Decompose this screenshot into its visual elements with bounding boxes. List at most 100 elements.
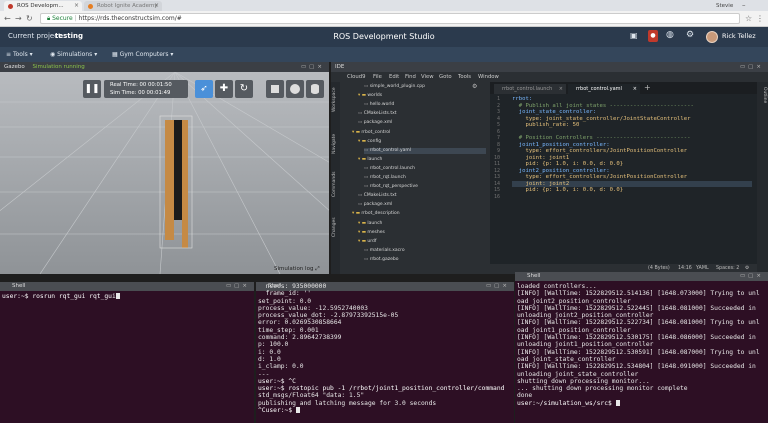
editor-tab-yaml[interactable]: rrbot_control.yaml × <box>568 84 640 94</box>
tree-item[interactable]: ▭ rrbot_rqt_perspective <box>364 184 418 190</box>
cylinder-shape-icon <box>311 84 319 94</box>
tree-item[interactable]: ▾ ▬ worlds <box>358 93 382 99</box>
shell-output[interactable]: user:~$ rosrun rqt_gui rqt_gui <box>2 293 252 300</box>
tree-item[interactable]: ▭ package.xml <box>358 202 392 208</box>
shell-panel-2[interactable]: Shell ▭▢× nsecs: 935000000 frame_id: '' s… <box>256 282 514 423</box>
user-name[interactable]: Rick Tellez <box>722 32 756 40</box>
tree-item-label: CMakeLists.txt <box>363 111 397 117</box>
tree-item[interactable]: ▾ ▬ launch <box>358 221 382 227</box>
tree-item[interactable]: ▭ materials.xacro <box>364 248 405 254</box>
settings-gear-icon[interactable]: ⚙ <box>686 30 694 40</box>
shell-line: [INFO] [WallTime: 1522829512.522445] [16… <box>517 304 756 312</box>
cylinder-shape-button[interactable] <box>306 80 324 98</box>
reload-icon[interactable]: ↻ <box>26 14 33 23</box>
close-tab-icon[interactable]: × <box>154 1 159 11</box>
tree-item[interactable]: ▭ CMakeLists.txt <box>358 193 397 199</box>
side-tab-workspace[interactable]: Workspace <box>332 87 337 112</box>
tree-item[interactable]: ▾ ▬ rrbot_description <box>352 211 400 217</box>
translate-mode-button[interactable]: ✚ <box>215 80 233 98</box>
menu-find[interactable]: Find <box>405 72 416 82</box>
panel-window-controls[interactable]: ▭▢× <box>740 272 764 281</box>
tree-item[interactable]: ▾ ▬ rrbot_control <box>352 130 390 136</box>
tools-menu[interactable]: ≡ Tools ▾ <box>6 50 33 59</box>
profile-name[interactable]: Stevie <box>716 1 733 11</box>
sphere-shape-button[interactable] <box>286 80 304 98</box>
ide-panel[interactable]: IDE ▭▢× Cloud9 File Edit Find View Goto … <box>331 62 768 274</box>
box-shape-button[interactable] <box>266 80 284 98</box>
tree-settings-gear-icon[interactable]: ⚙ <box>472 83 477 90</box>
pause-button[interactable]: ❚❚ <box>83 80 101 98</box>
side-tab-commands[interactable]: Commands <box>332 172 337 197</box>
tree-item[interactable]: ▭ rrbot_rqt.launch <box>364 175 406 181</box>
shell-line: unloading joint2_position_controller <box>517 312 654 320</box>
url-input[interactable]: 🔒︎ Secure | https://rds.theconstructsim.… <box>40 13 740 24</box>
tree-item[interactable]: ▭ simple_world_plugin.cpp <box>364 84 425 90</box>
file-tree[interactable]: ⚙ ▭ simple_world_plugin.cpp ▾ ▬ worlds ▭ h… <box>340 82 490 274</box>
menu-dots-icon[interactable]: ⋮ <box>756 14 764 23</box>
close-tab-icon[interactable]: × <box>559 84 563 94</box>
user-avatar[interactable] <box>706 31 718 43</box>
tree-item[interactable]: ▾ ▬ config <box>358 139 381 145</box>
tree-item[interactable]: ▭ rrbot.gazebo <box>364 257 398 263</box>
gym-icon: ▦ <box>112 51 118 58</box>
menu-window[interactable]: Window <box>478 72 499 82</box>
gym-computers-menu[interactable]: ▦ Gym Computers ▾ <box>112 50 173 59</box>
simulations-menu[interactable]: ◉ Simulations ▾ <box>50 50 97 59</box>
simulation-log-button[interactable]: Simulation log ⤢ <box>274 266 320 273</box>
terminal-cursor <box>615 399 620 406</box>
panel-window-controls[interactable]: ▭▢× <box>226 282 250 291</box>
menu-view[interactable]: View <box>421 72 434 82</box>
globe-icon[interactable]: ◍ <box>666 30 674 40</box>
gazebo-panel[interactable]: Gazebo Simulation running ▭▢× ❚❚ Real Ti… <box>0 62 329 274</box>
shell-panel-1[interactable]: Shell ▭▢× user:~$ rosrun rqt_gui rqt_gui <box>0 282 254 423</box>
panel-window-controls[interactable]: ▭▢× <box>740 62 764 72</box>
tree-item-label: launch <box>367 156 383 162</box>
shell-title: Shell <box>12 283 26 289</box>
tree-item-label: urdf <box>367 238 377 244</box>
folder-icon: ▾ ▬ <box>352 129 362 135</box>
new-tab-plus-icon[interactable]: + <box>644 83 651 92</box>
tree-item-label: rrbot_control <box>361 129 391 135</box>
side-tab-changes[interactable]: Changes <box>332 217 337 237</box>
menu-goto[interactable]: Goto <box>439 72 452 82</box>
rotate-mode-button[interactable]: ↻ <box>235 80 253 98</box>
academy-favicon-icon <box>88 4 93 9</box>
tree-item[interactable]: ▾ ▬ urdf <box>358 239 376 245</box>
menu-edit[interactable]: Edit <box>389 72 399 82</box>
editor-tab-launch[interactable]: rrbot_control.launch × <box>494 84 566 94</box>
menu-file[interactable]: File <box>373 72 382 82</box>
side-tab-navigate[interactable]: Navigate <box>332 134 337 154</box>
select-mode-button[interactable]: ➶ <box>195 80 213 98</box>
code-content[interactable]: rrbot: # Publish all joint states ------… <box>512 96 752 194</box>
tree-item[interactable]: ▭ CMakeLists.txt <box>358 111 397 117</box>
tree-item[interactable]: ▾ ▬ meshes <box>358 230 385 236</box>
gazebo-3d-viewport[interactable] <box>0 72 329 274</box>
star-icon[interactable]: ☆ <box>745 14 752 23</box>
outline-tab[interactable]: Outline <box>762 87 767 103</box>
tree-item[interactable]: ▭ package.xml <box>358 120 392 126</box>
back-arrow-icon[interactable]: ← <box>4 14 11 23</box>
tools-menu-label: Tools <box>12 51 28 58</box>
tree-item[interactable]: ▾ ▬ launch <box>358 157 382 163</box>
browser-tab-rds[interactable]: ROS Developm... × <box>4 1 82 11</box>
tree-item[interactable]: ▭ rrbot_control.launch <box>364 166 415 172</box>
record-icon[interactable]: ● <box>648 30 658 42</box>
code-editor[interactable]: 1 2 3 4 5 6 7 8 9 10 11 12 13 14 15 16 rrbot: # Publish… <box>490 94 757 264</box>
shell-panel-3[interactable]: Shell ▭▢× loaded controllers... [INFO] [W… <box>515 272 768 423</box>
close-tab-icon[interactable]: × <box>74 1 79 11</box>
close-tab-icon[interactable]: × <box>633 84 637 94</box>
shell-output[interactable]: loaded controllers... [INFO] [WallTime: 1… <box>517 283 766 407</box>
browser-tab-academy[interactable]: Robot Ignite Academy × <box>84 1 162 11</box>
forward-arrow-icon[interactable]: → <box>15 14 22 23</box>
tree-item-label: config <box>367 138 382 144</box>
save-icon[interactable]: ▣ <box>630 31 638 40</box>
tree-item[interactable]: ▭ rrbot_control.yaml <box>364 147 486 154</box>
menu-tools[interactable]: Tools <box>458 72 471 82</box>
shell-output[interactable]: nsecs: 935000000 frame_id: '' set_point: … <box>258 283 512 414</box>
tree-item[interactable]: ▭ hello.world <box>364 102 394 108</box>
ros-favicon-icon <box>8 4 13 9</box>
panel-window-controls[interactable]: ▭▢× <box>301 62 325 72</box>
ide-title: IDE <box>335 64 345 70</box>
code-line: pid: {p: 1.0, i: 0.0, d: 0.0} <box>512 187 624 193</box>
menu-cloud9[interactable]: Cloud9 <box>347 72 366 82</box>
